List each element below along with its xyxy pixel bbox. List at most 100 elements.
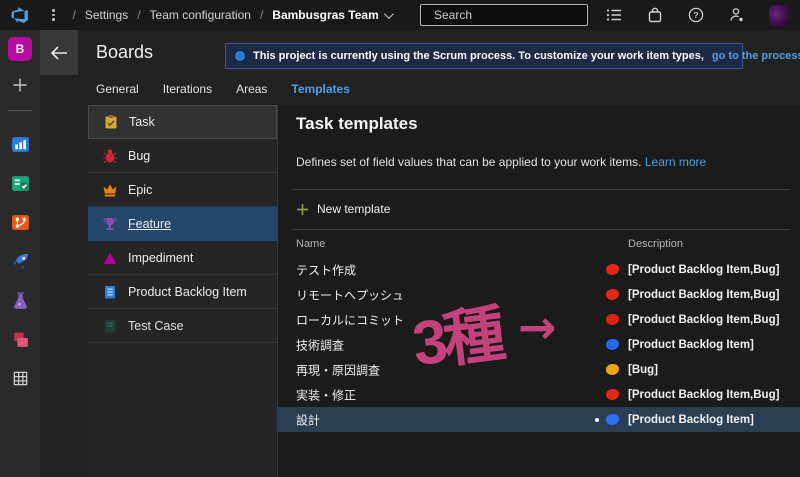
azure-devops-logo-glyph [11, 6, 29, 24]
workitem-type-label: Epic [128, 183, 152, 197]
annotation-dot [606, 264, 619, 275]
plus-icon [296, 203, 309, 216]
impediment-triangle-icon [102, 250, 118, 266]
back-button[interactable] [40, 30, 78, 75]
backlog-item-icon [102, 284, 118, 300]
template-description: [Product Backlog Item] [628, 414, 754, 426]
template-name[interactable]: ローカルにコミット [296, 311, 404, 328]
column-name: Name [296, 238, 325, 250]
workitem-type-label: Product Backlog Item [128, 285, 247, 299]
template-description: [Bug] [628, 364, 658, 376]
workitem-type-feature[interactable]: Feature [88, 207, 277, 241]
help-icon[interactable]: ? [687, 6, 705, 24]
test-case-icon [102, 318, 118, 334]
grid-icon[interactable] [8, 366, 32, 390]
template-row[interactable]: 再現・原因調査 [Bug] [278, 357, 800, 382]
template-row-selected[interactable]: 設計 [Product Backlog Item] [278, 407, 800, 432]
template-name[interactable]: 再現・原因調査 [296, 361, 380, 378]
divider [292, 189, 790, 190]
workitem-type-test-case[interactable]: Test Case [88, 309, 277, 343]
annotation-speck [595, 418, 599, 422]
breadcrumb-separator: / [260, 8, 263, 22]
template-description: [Product Backlog Item,Bug] [628, 264, 779, 276]
table-header: Name Description [278, 238, 800, 256]
template-name[interactable]: 実装・修正 [296, 386, 356, 403]
marketplace-bag-icon[interactable] [646, 6, 664, 24]
kebab-menu-icon[interactable] [48, 5, 59, 25]
workitem-type-bug[interactable]: Bug [88, 139, 277, 173]
back-arrow-icon [50, 46, 68, 60]
workitem-type-product-backlog-item[interactable]: Product Backlog Item [88, 275, 277, 309]
test-plans-icon[interactable] [8, 288, 32, 312]
top-bar: / Settings / Team configuration / Bambus… [0, 0, 800, 30]
svg-text:?: ? [693, 10, 698, 20]
azure-devops-logo[interactable] [10, 5, 30, 25]
annotation-dot [606, 414, 619, 425]
topbar-actions: ? [605, 0, 790, 30]
new-template-button[interactable]: New template [296, 202, 390, 216]
template-description: [Product Backlog Item,Bug] [628, 289, 779, 301]
artifacts-icon[interactable] [8, 327, 32, 351]
repos-icon[interactable] [8, 210, 32, 234]
search-input[interactable] [434, 8, 589, 22]
template-name[interactable]: 技術調査 [296, 336, 344, 353]
divider [292, 229, 790, 230]
banner-text: This project is currently using the Scru… [253, 50, 704, 62]
template-row[interactable]: リモートへプッシュ [Product Backlog Item,Bug] [278, 282, 800, 307]
annotation-dot [606, 289, 619, 300]
work-item-type-panel: Task Bug Epic Feature [88, 105, 278, 477]
template-row[interactable]: ローカルにコミット [Product Backlog Item,Bug] [278, 307, 800, 332]
boards-icon[interactable] [8, 171, 32, 195]
template-name[interactable]: 設計 [296, 411, 320, 428]
template-table: テスト作成 [Product Backlog Item,Bug] リモートへプッ… [278, 257, 800, 432]
overview-icon[interactable] [8, 132, 32, 156]
breadcrumb-separator: / [137, 8, 140, 22]
tab-bar: General Iterations Areas Templates [96, 82, 350, 100]
team-selector[interactable]: Bambusgras Team [272, 8, 390, 22]
breadcrumb-separator: / [73, 8, 76, 22]
templates-description-text: Defines set of field values that can be … [296, 155, 642, 169]
workitem-type-task[interactable]: Task [88, 105, 277, 139]
template-row[interactable]: テスト作成 [Product Backlog Item,Bug] [278, 257, 800, 282]
process-info-banner: This project is currently using the Scru… [225, 43, 743, 69]
breadcrumb-team-configuration[interactable]: Team configuration [150, 8, 251, 22]
task-list-icon[interactable] [605, 6, 623, 24]
template-name[interactable]: リモートへプッシュ [296, 286, 404, 303]
user-avatar[interactable] [769, 5, 790, 26]
workitem-type-label: Task [129, 115, 155, 129]
template-row[interactable]: 実装・修正 [Product Backlog Item,Bug] [278, 382, 800, 407]
tab-general[interactable]: General [96, 82, 139, 100]
left-navigation-rail: B [0, 30, 40, 477]
tab-templates[interactable]: Templates [291, 82, 349, 100]
rail-divider [8, 110, 32, 111]
user-settings-icon[interactable] [728, 6, 746, 24]
search-box[interactable] [420, 4, 588, 26]
feature-trophy-icon [102, 216, 118, 232]
workitem-type-impediment[interactable]: Impediment [88, 241, 277, 275]
annotation-dot [606, 314, 619, 325]
epic-crown-icon [102, 182, 118, 198]
pipelines-icon[interactable] [8, 249, 32, 273]
project-avatar[interactable]: B [8, 37, 32, 61]
template-description: [Product Backlog Item] [628, 339, 754, 351]
template-name[interactable]: テスト作成 [296, 261, 356, 278]
annotation-dot [606, 339, 619, 350]
template-description: [Product Backlog Item,Bug] [628, 314, 779, 326]
process-customization-link[interactable]: go to the process customization page. [712, 50, 800, 62]
learn-more-link[interactable]: Learn more [645, 155, 706, 169]
task-clipboard-icon [103, 114, 119, 130]
workitem-type-label: Test Case [128, 319, 184, 333]
team-selector-label: Bambusgras Team [272, 8, 378, 22]
template-row[interactable]: 技術調査 [Product Backlog Item] [278, 332, 800, 357]
workitem-type-epic[interactable]: Epic [88, 173, 277, 207]
breadcrumb-settings[interactable]: Settings [85, 8, 128, 22]
tab-iterations[interactable]: Iterations [163, 82, 212, 100]
templates-description: Defines set of field values that can be … [296, 155, 706, 169]
annotation-dot [606, 389, 619, 400]
add-icon[interactable] [12, 77, 28, 98]
bug-icon [102, 148, 118, 164]
template-description: [Product Backlog Item,Bug] [628, 389, 779, 401]
annotation-dot [606, 364, 619, 375]
new-template-label: New template [317, 202, 390, 216]
tab-areas[interactable]: Areas [236, 82, 267, 100]
